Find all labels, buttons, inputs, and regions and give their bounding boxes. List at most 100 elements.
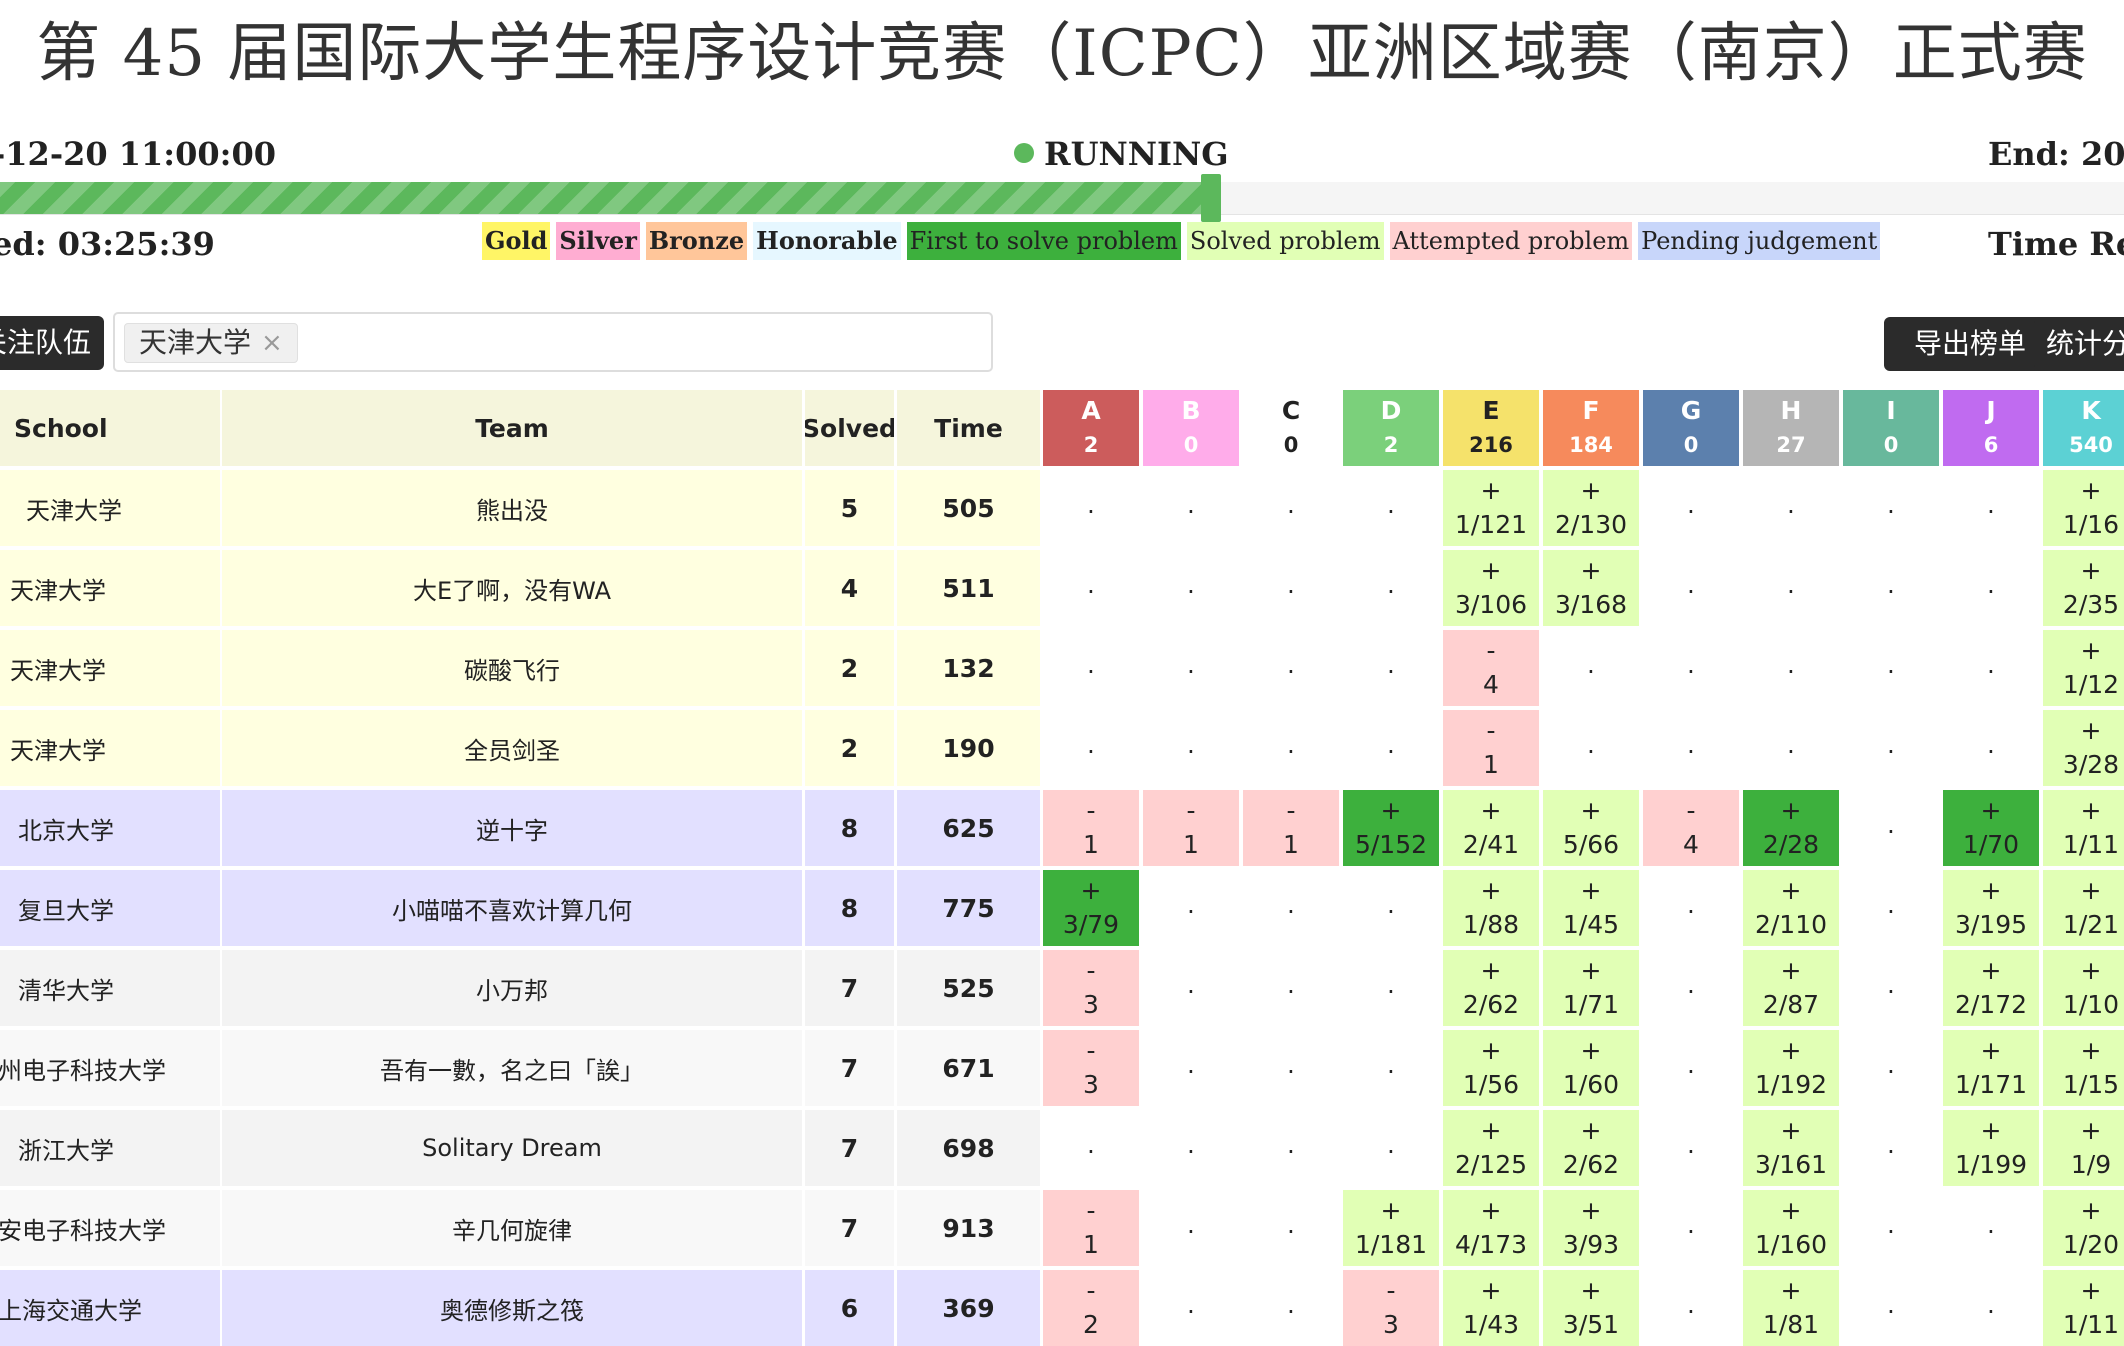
result-cell-d[interactable]: . xyxy=(1343,1030,1439,1106)
result-cell-j[interactable]: +1/199 xyxy=(1943,1110,2039,1186)
result-cell-e[interactable]: -1 xyxy=(1443,710,1539,786)
result-cell-d[interactable]: . xyxy=(1343,550,1439,626)
result-cell-k[interactable]: +1/12 xyxy=(2043,630,2124,706)
result-cell-b[interactable]: . xyxy=(1143,630,1239,706)
result-cell-e[interactable]: +3/106 xyxy=(1443,550,1539,626)
result-cell-h[interactable]: +2/87 xyxy=(1743,950,1839,1026)
team-team[interactable]: 全员剑圣 xyxy=(222,710,802,786)
result-cell-i[interactable]: . xyxy=(1843,550,1939,626)
problem-header-c[interactable]: C0 xyxy=(1243,390,1339,466)
column-header-solved[interactable]: Solved xyxy=(805,390,894,466)
team-team[interactable]: 辛几何旋律 xyxy=(222,1190,802,1266)
result-cell-d[interactable]: . xyxy=(1343,630,1439,706)
result-cell-h[interactable]: +2/28 xyxy=(1743,790,1839,866)
selected-tag[interactable]: 天津大学 × xyxy=(124,323,298,363)
result-cell-f[interactable]: . xyxy=(1543,630,1639,706)
result-cell-d[interactable]: -3 xyxy=(1343,1270,1439,1346)
result-cell-i[interactable]: . xyxy=(1843,1030,1939,1106)
result-cell-f[interactable]: +1/71 xyxy=(1543,950,1639,1026)
result-cell-h[interactable]: . xyxy=(1743,630,1839,706)
result-cell-f[interactable]: +1/45 xyxy=(1543,870,1639,946)
result-cell-g[interactable]: . xyxy=(1643,950,1739,1026)
result-cell-k[interactable]: +1/11 xyxy=(2043,1270,2124,1346)
result-cell-a[interactable]: -3 xyxy=(1043,1030,1139,1106)
result-cell-j[interactable]: . xyxy=(1943,710,2039,786)
team-team[interactable]: 小喵喵不喜欢计算几何 xyxy=(222,870,802,946)
result-cell-b[interactable]: . xyxy=(1143,710,1239,786)
result-cell-b[interactable]: -1 xyxy=(1143,790,1239,866)
result-cell-j[interactable]: . xyxy=(1943,1270,2039,1346)
result-cell-g[interactable]: . xyxy=(1643,1030,1739,1106)
result-cell-a[interactable]: -1 xyxy=(1043,790,1139,866)
result-cell-e[interactable]: +4/173 xyxy=(1443,1190,1539,1266)
result-cell-j[interactable]: . xyxy=(1943,630,2039,706)
result-cell-j[interactable]: . xyxy=(1943,470,2039,546)
result-cell-k[interactable]: +1/10 xyxy=(2043,950,2124,1026)
result-cell-k[interactable]: +1/15 xyxy=(2043,1030,2124,1106)
result-cell-e[interactable]: +2/125 xyxy=(1443,1110,1539,1186)
result-cell-c[interactable]: . xyxy=(1243,710,1339,786)
result-cell-g[interactable]: . xyxy=(1643,710,1739,786)
remove-tag-icon[interactable]: × xyxy=(261,323,283,363)
result-cell-k[interactable]: +1/20 xyxy=(2043,1190,2124,1266)
result-cell-j[interactable]: . xyxy=(1943,1190,2039,1266)
team-team[interactable]: 小万邦 xyxy=(222,950,802,1026)
result-cell-c[interactable]: . xyxy=(1243,630,1339,706)
result-cell-a[interactable]: . xyxy=(1043,550,1139,626)
team-team[interactable]: 碳酸飞行 xyxy=(222,630,802,706)
result-cell-h[interactable]: +1/81 xyxy=(1743,1270,1839,1346)
result-cell-g[interactable]: -4 xyxy=(1643,790,1739,866)
result-cell-a[interactable]: . xyxy=(1043,630,1139,706)
result-cell-i[interactable]: . xyxy=(1843,790,1939,866)
result-cell-i[interactable]: . xyxy=(1843,470,1939,546)
result-cell-g[interactable]: . xyxy=(1643,1190,1739,1266)
result-cell-b[interactable]: . xyxy=(1143,470,1239,546)
result-cell-c[interactable]: . xyxy=(1243,470,1339,546)
result-cell-f[interactable]: +1/60 xyxy=(1543,1030,1639,1106)
team-team[interactable]: Solitary Dream xyxy=(222,1110,802,1186)
result-cell-d[interactable]: . xyxy=(1343,710,1439,786)
result-cell-e[interactable]: +1/88 xyxy=(1443,870,1539,946)
problem-header-b[interactable]: B0 xyxy=(1143,390,1239,466)
column-header-team[interactable]: Team xyxy=(222,390,802,466)
problem-header-h[interactable]: H 27 xyxy=(1743,390,1839,466)
result-cell-h[interactable]: . xyxy=(1743,710,1839,786)
result-cell-j[interactable]: +2/172 xyxy=(1943,950,2039,1026)
team-team[interactable]: 吾有一數，名之曰「誒」 xyxy=(222,1030,802,1106)
result-cell-e[interactable]: +1/43 xyxy=(1443,1270,1539,1346)
result-cell-a[interactable]: -1 xyxy=(1043,1190,1139,1266)
problem-header-f[interactable]: F 184 xyxy=(1543,390,1639,466)
result-cell-i[interactable]: . xyxy=(1843,870,1939,946)
result-cell-b[interactable]: . xyxy=(1143,950,1239,1026)
result-cell-i[interactable]: . xyxy=(1843,630,1939,706)
result-cell-g[interactable]: . xyxy=(1643,870,1739,946)
result-cell-g[interactable]: . xyxy=(1643,1110,1739,1186)
result-cell-h[interactable]: +1/192 xyxy=(1743,1030,1839,1106)
result-cell-h[interactable]: +1/160 xyxy=(1743,1190,1839,1266)
team-team[interactable]: 逆十字 xyxy=(222,790,802,866)
team-filter-select[interactable]: 天津大学 × xyxy=(113,312,993,372)
result-cell-c[interactable]: . xyxy=(1243,950,1339,1026)
result-cell-c[interactable]: . xyxy=(1243,550,1339,626)
result-cell-i[interactable]: . xyxy=(1843,950,1939,1026)
result-cell-g[interactable]: . xyxy=(1643,550,1739,626)
result-cell-a[interactable]: -3 xyxy=(1043,950,1139,1026)
result-cell-d[interactable]: . xyxy=(1343,1110,1439,1186)
result-cell-a[interactable]: . xyxy=(1043,710,1139,786)
team-team[interactable]: 奥德修斯之筏 xyxy=(222,1270,802,1346)
result-cell-f[interactable]: +3/168 xyxy=(1543,550,1639,626)
result-cell-e[interactable]: -4 xyxy=(1443,630,1539,706)
team-team[interactable]: 大E了啊，没有WA xyxy=(222,550,802,626)
result-cell-a[interactable]: -2 xyxy=(1043,1270,1139,1346)
result-cell-j[interactable]: +1/70 xyxy=(1943,790,2039,866)
result-cell-f[interactable]: +5/66 xyxy=(1543,790,1639,866)
result-cell-g[interactable]: . xyxy=(1643,630,1739,706)
result-cell-f[interactable]: +2/130 xyxy=(1543,470,1639,546)
result-cell-e[interactable]: +2/41 xyxy=(1443,790,1539,866)
column-header-time[interactable]: Time xyxy=(897,390,1040,466)
progress-handle[interactable] xyxy=(1201,174,1221,222)
result-cell-i[interactable]: . xyxy=(1843,1270,1939,1346)
problem-header-j[interactable]: J6 xyxy=(1943,390,2039,466)
result-cell-d[interactable]: . xyxy=(1343,870,1439,946)
problem-header-g[interactable]: G0 xyxy=(1643,390,1739,466)
